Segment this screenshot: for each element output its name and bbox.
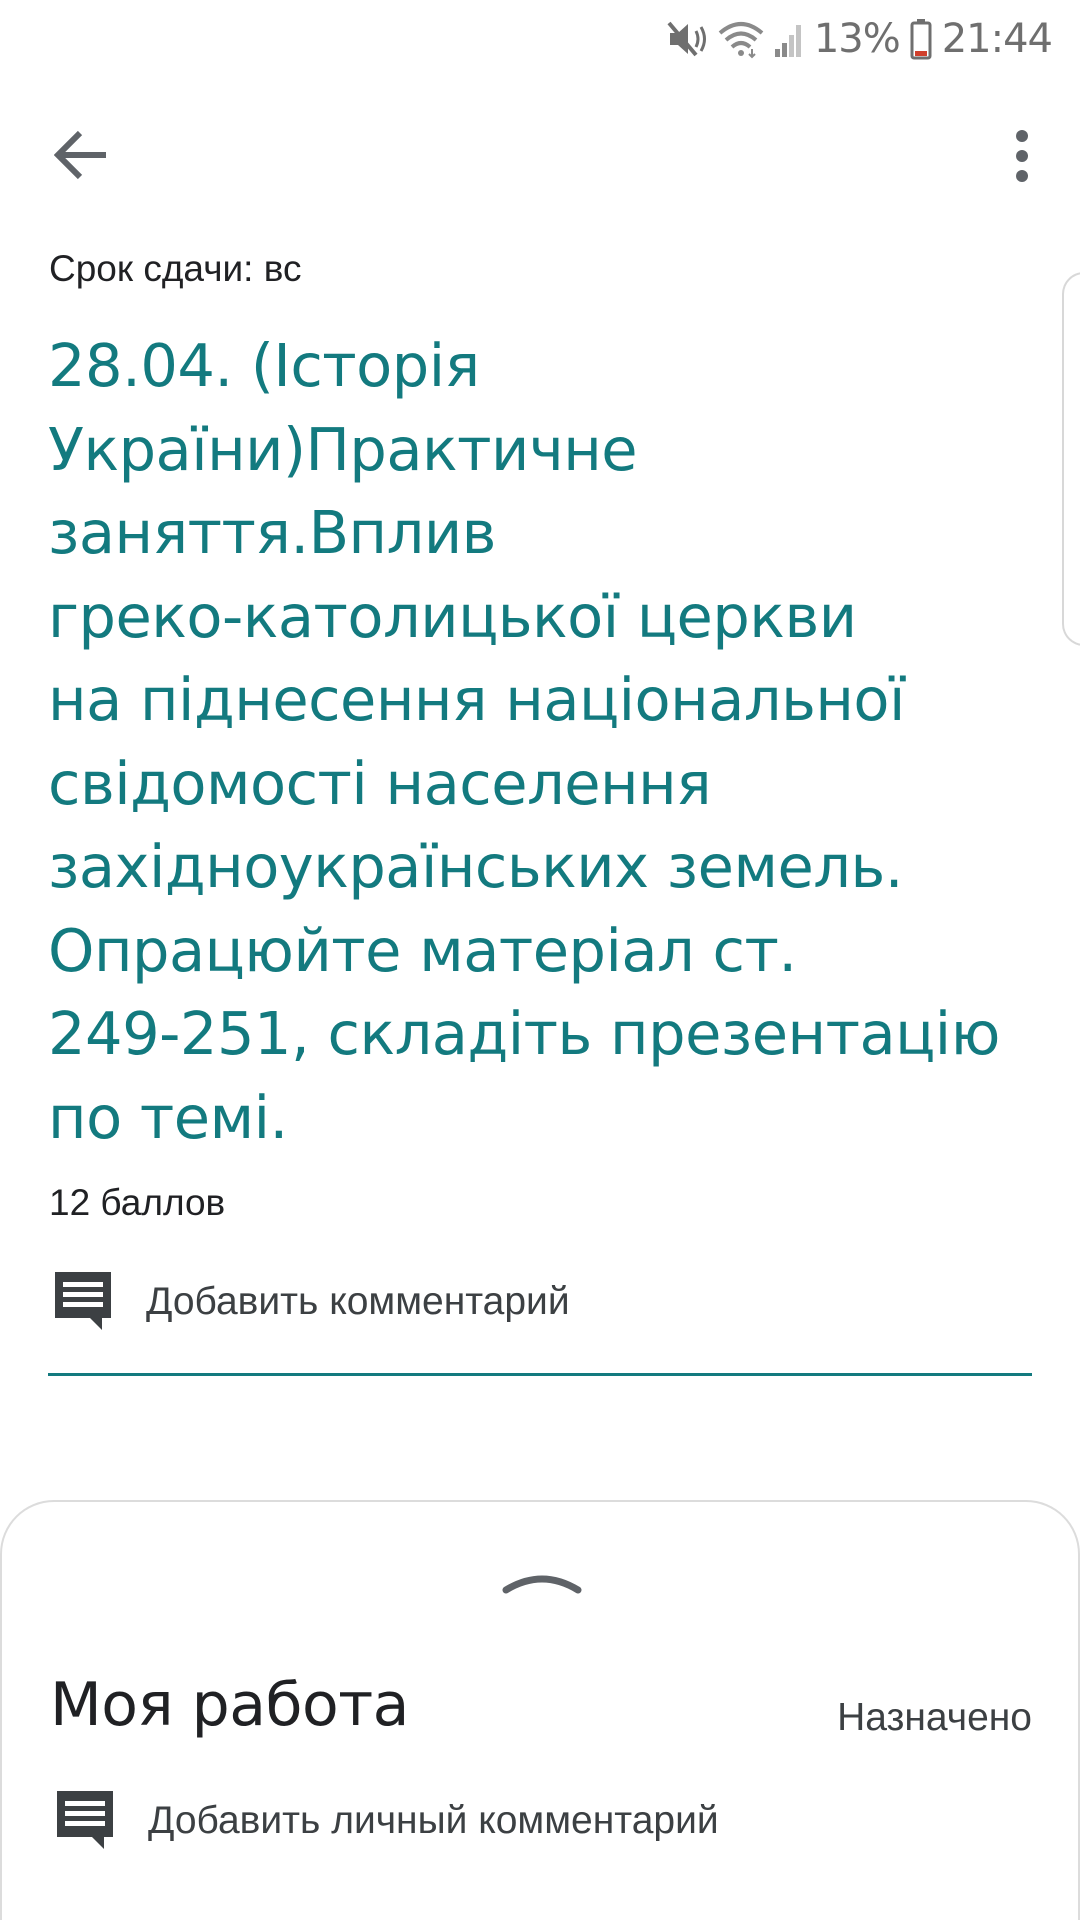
wifi-icon	[718, 19, 764, 59]
my-work-title: Моя работа	[50, 1670, 409, 1740]
my-work-sheet[interactable]: Моя работа Назначено Добавить личный ком…	[0, 1500, 1080, 1920]
status-icons: 13% 21:44	[666, 12, 1053, 66]
assignment-screen: 13% 21:44 Срок сдачи: вс 28.04. (Історія	[0, 0, 1080, 1920]
battery-icon	[910, 18, 932, 60]
add-private-comment-label: Добавить личный комментарий	[148, 1799, 719, 1842]
more-options-button[interactable]	[1002, 126, 1042, 186]
back-button[interactable]	[46, 124, 116, 186]
add-comment-label: Добавить комментарий	[146, 1280, 570, 1323]
add-comment-button[interactable]: Добавить комментарий	[50, 1268, 1030, 1338]
status-bar: 13% 21:44	[0, 0, 1080, 80]
signal-icon	[774, 19, 804, 59]
points: 12 баллов	[49, 1182, 226, 1223]
battery-percent: 13%	[813, 16, 901, 62]
assignment-title: 28.04. (Історія України)Практичне занятт…	[48, 331, 1000, 1152]
add-private-comment-button[interactable]: Добавить личный комментарий	[52, 1787, 1032, 1857]
private-comment-icon	[57, 1791, 113, 1849]
expand-up-icon[interactable]	[502, 1566, 582, 1596]
clock: 21:44	[941, 16, 1053, 62]
due-date: Срок сдачи: вс	[49, 248, 302, 289]
work-status: Назначено	[837, 1696, 1032, 1739]
arrow-back-icon	[54, 130, 106, 180]
edge-panel-handle[interactable]	[1062, 272, 1080, 646]
comment-icon	[55, 1272, 111, 1330]
more-vert-icon	[1016, 130, 1028, 182]
mute-vibrate-icon	[666, 19, 708, 59]
comment-underline	[48, 1373, 1032, 1376]
